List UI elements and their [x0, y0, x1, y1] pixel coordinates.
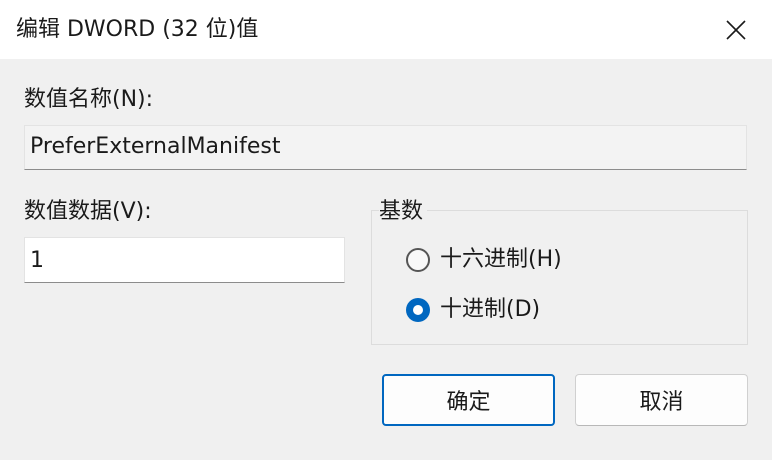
value-data-input[interactable] — [24, 237, 345, 283]
radio-hexadecimal-label: 十六进制(H) — [440, 247, 562, 272]
base-groupbox — [371, 210, 748, 345]
window-title: 编辑 DWORD (32 位)值 — [16, 17, 259, 42]
value-name-label: 数值名称(N): — [24, 87, 154, 112]
radio-decimal-indicator[interactable] — [406, 298, 430, 322]
radio-decimal-label: 十进制(D) — [440, 297, 541, 322]
base-group-label: 基数 — [379, 198, 428, 226]
close-button[interactable] — [700, 0, 772, 59]
value-data-label: 数值数据(V): — [24, 199, 152, 224]
value-name-field: PreferExternalManifest — [24, 125, 747, 170]
radio-hexadecimal-indicator[interactable] — [406, 248, 430, 272]
radio-hexadecimal[interactable]: 十六进制(H) — [406, 246, 562, 274]
cancel-button[interactable]: 取消 — [575, 374, 748, 426]
close-icon — [726, 19, 746, 40]
edit-dword-dialog: 编辑 DWORD (32 位)值 数值名称(N): PreferExternal… — [0, 0, 772, 460]
radio-decimal[interactable]: 十进制(D) — [406, 296, 540, 324]
ok-button[interactable]: 确定 — [382, 374, 555, 426]
title-bar: 编辑 DWORD (32 位)值 — [0, 0, 772, 59]
